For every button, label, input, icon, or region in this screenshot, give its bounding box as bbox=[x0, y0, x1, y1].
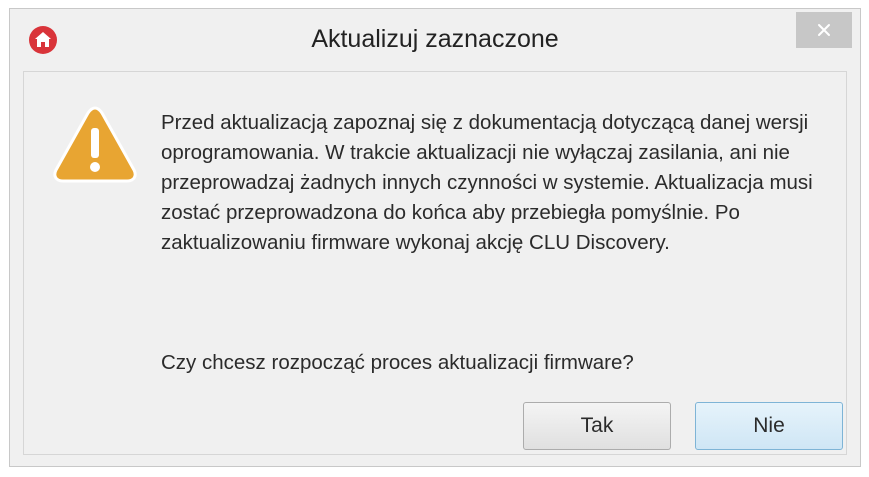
yes-button[interactable]: Tak bbox=[523, 402, 671, 450]
message-text: Przed aktualizacją zapoznaj się z dokume… bbox=[161, 111, 813, 254]
question-text: Czy chcesz rozpocząć proces aktualizacji… bbox=[161, 351, 634, 374]
window-title: Aktualizuj zaznaczone bbox=[311, 25, 559, 53]
dialog-window: Aktualizuj zaznaczone Przed aktualizacją… bbox=[9, 8, 861, 467]
no-button[interactable]: Nie bbox=[695, 402, 843, 450]
dialog-content: Przed aktualizacją zapoznaj się z dokume… bbox=[23, 71, 847, 455]
title-bar[interactable]: Aktualizuj zaznaczone bbox=[10, 9, 860, 71]
warning-icon bbox=[52, 104, 138, 184]
close-icon bbox=[818, 24, 830, 36]
close-button[interactable] bbox=[796, 12, 852, 48]
